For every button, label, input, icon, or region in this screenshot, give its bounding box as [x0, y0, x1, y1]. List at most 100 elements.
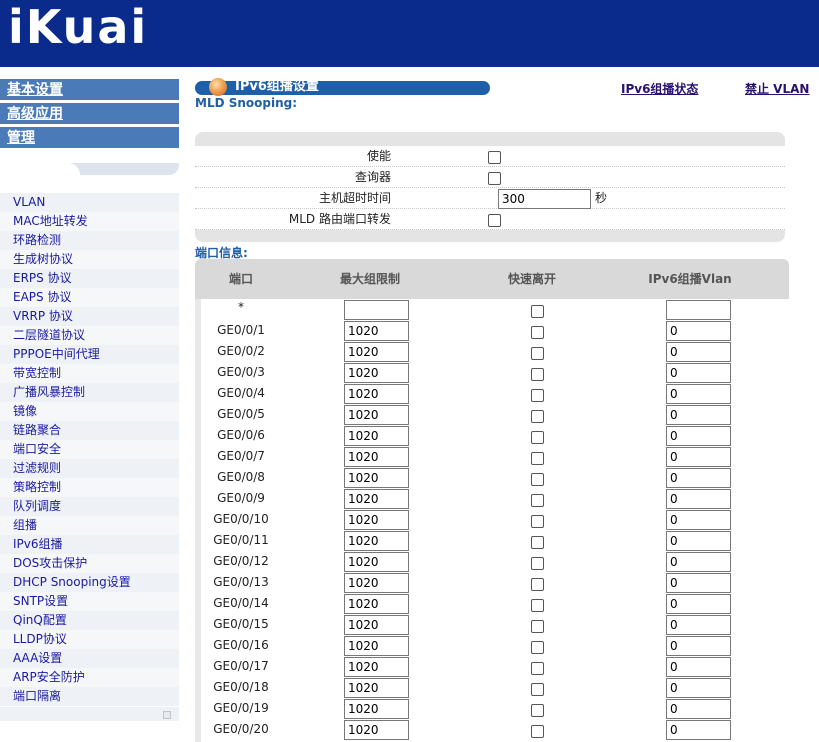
- ipv6-vlan-input[interactable]: 0: [666, 342, 731, 362]
- max-group-input[interactable]: 1020: [344, 384, 409, 404]
- sidebar-item[interactable]: 带宽控制: [0, 364, 179, 383]
- fast-leave-checkbox[interactable]: [531, 452, 544, 465]
- max-group-input[interactable]: 1020: [344, 657, 409, 677]
- sidebar-item[interactable]: 策略控制: [0, 478, 179, 497]
- max-group-input[interactable]: 1020: [344, 510, 409, 530]
- sidebar-item[interactable]: AAA设置: [0, 649, 179, 668]
- ipv6-vlan-input[interactable]: 0: [666, 468, 731, 488]
- max-group-input[interactable]: 1020: [344, 468, 409, 488]
- ipv6-vlan-input[interactable]: 0: [666, 699, 731, 719]
- router-port-checkbox[interactable]: [488, 214, 501, 227]
- ipv6-vlan-input[interactable]: 0: [666, 573, 731, 593]
- ipv6-vlan-input[interactable]: 0: [666, 531, 731, 551]
- fast-leave-checkbox[interactable]: [531, 641, 544, 654]
- fast-leave-checkbox[interactable]: [531, 368, 544, 381]
- max-group-input[interactable]: 1020: [344, 321, 409, 341]
- menu-basic-settings[interactable]: 基本设置: [0, 79, 179, 101]
- sidebar-item[interactable]: 广播风暴控制: [0, 383, 179, 402]
- max-group-input[interactable]: 1020: [344, 426, 409, 446]
- fast-leave-checkbox[interactable]: [531, 389, 544, 402]
- ipv6-vlan-input[interactable]: 0: [666, 489, 731, 509]
- sidebar-item[interactable]: DHCP Snooping设置: [0, 573, 179, 592]
- fast-leave-checkbox[interactable]: [531, 347, 544, 360]
- fast-leave-checkbox[interactable]: [531, 473, 544, 486]
- fast-leave-checkbox[interactable]: [531, 431, 544, 444]
- enable-checkbox[interactable]: [488, 151, 501, 164]
- fast-leave-checkbox[interactable]: [531, 662, 544, 675]
- sidebar-item[interactable]: EAPS 协议: [0, 288, 179, 307]
- ipv6-vlan-input[interactable]: 0: [666, 384, 731, 404]
- max-group-input[interactable]: 1020: [344, 573, 409, 593]
- querier-checkbox[interactable]: [488, 172, 501, 185]
- ipv6-vlan-input[interactable]: 0: [666, 657, 731, 677]
- ipv6-vlan-input[interactable]: 0: [666, 510, 731, 530]
- sidebar-item[interactable]: 队列调度: [0, 497, 179, 516]
- ipv6-vlan-input[interactable]: 0: [666, 363, 731, 383]
- timeout-input[interactable]: 300: [498, 189, 591, 209]
- sidebar-item[interactable]: 组播: [0, 516, 179, 535]
- max-group-input[interactable]: 1020: [344, 531, 409, 551]
- sidebar-item[interactable]: 镜像: [0, 402, 179, 421]
- fast-leave-checkbox[interactable]: [531, 704, 544, 717]
- max-group-input[interactable]: 1020: [344, 699, 409, 719]
- sidebar-item[interactable]: 生成树协议: [0, 250, 179, 269]
- ipv6-vlan-input[interactable]: 0: [666, 594, 731, 614]
- fast-leave-checkbox[interactable]: [531, 326, 544, 339]
- sidebar-item[interactable]: LLDP协议: [0, 630, 179, 649]
- sidebar-item[interactable]: VRRP 协议: [0, 307, 179, 326]
- menu-advanced[interactable]: 高级应用: [0, 103, 179, 125]
- sidebar-item[interactable]: 链路聚合: [0, 421, 179, 440]
- sidebar-item[interactable]: ARP安全防护: [0, 668, 179, 687]
- ipv6-vlan-input[interactable]: 0: [666, 678, 731, 698]
- ipv6-vlan-input[interactable]: 0: [666, 321, 731, 341]
- sidebar-item[interactable]: DOS攻击保护: [0, 554, 179, 573]
- fast-leave-checkbox[interactable]: [531, 683, 544, 696]
- max-group-input[interactable]: 1020: [344, 489, 409, 509]
- fast-leave-checkbox[interactable]: [531, 620, 544, 633]
- sidebar-item[interactable]: 环路检测: [0, 231, 179, 250]
- sidebar-item[interactable]: MAC地址转发: [0, 212, 179, 231]
- ipv6-vlan-input[interactable]: [666, 300, 731, 320]
- ipv6-vlan-input[interactable]: 0: [666, 447, 731, 467]
- sidebar-item[interactable]: SNTP设置: [0, 592, 179, 611]
- ipv6-vlan-input[interactable]: 0: [666, 552, 731, 572]
- fast-leave-checkbox[interactable]: [531, 536, 544, 549]
- max-group-input[interactable]: [344, 300, 409, 320]
- fast-leave-checkbox[interactable]: [531, 725, 544, 738]
- ipv6-vlan-input[interactable]: 0: [666, 720, 731, 740]
- max-group-input[interactable]: 1020: [344, 342, 409, 362]
- max-group-input[interactable]: 1020: [344, 720, 409, 740]
- ipv6-vlan-input[interactable]: 0: [666, 636, 731, 656]
- sidebar-item[interactable]: 二层隧道协议: [0, 326, 179, 345]
- max-group-input[interactable]: 1020: [344, 405, 409, 425]
- max-group-input[interactable]: 1020: [344, 678, 409, 698]
- sidebar-item[interactable]: PPPOE中间代理: [0, 345, 179, 364]
- fast-leave-checkbox[interactable]: [531, 305, 544, 318]
- fast-leave-checkbox[interactable]: [531, 578, 544, 591]
- sidebar-item[interactable]: ERPS 协议: [0, 269, 179, 288]
- max-group-input[interactable]: 1020: [344, 552, 409, 572]
- ipv6-vlan-input[interactable]: 0: [666, 405, 731, 425]
- table-row: GE0/0/15 1020 0: [201, 614, 789, 635]
- sidebar-item[interactable]: QinQ配置: [0, 611, 179, 630]
- sidebar-item[interactable]: 端口隔离: [0, 687, 179, 706]
- sidebar-item[interactable]: IPv6组播: [0, 535, 179, 554]
- link-disable-vlan[interactable]: 禁止 VLAN: [745, 80, 809, 97]
- fast-leave-checkbox[interactable]: [531, 599, 544, 612]
- max-group-input[interactable]: 1020: [344, 447, 409, 467]
- menu-management[interactable]: 管理: [0, 127, 179, 149]
- fast-leave-checkbox[interactable]: [531, 557, 544, 570]
- max-group-input[interactable]: 1020: [344, 636, 409, 656]
- sidebar-item[interactable]: 端口安全: [0, 440, 179, 459]
- sidebar-item[interactable]: VLAN: [0, 193, 179, 212]
- sidebar-item[interactable]: 过滤规则: [0, 459, 179, 478]
- fast-leave-checkbox[interactable]: [531, 494, 544, 507]
- max-group-input[interactable]: 1020: [344, 594, 409, 614]
- fast-leave-checkbox[interactable]: [531, 410, 544, 423]
- ipv6-vlan-input[interactable]: 0: [666, 426, 731, 446]
- ipv6-vlan-input[interactable]: 0: [666, 615, 731, 635]
- link-ipv6-multicast-status[interactable]: IPv6组播状态: [621, 80, 698, 97]
- max-group-input[interactable]: 1020: [344, 615, 409, 635]
- max-group-input[interactable]: 1020: [344, 363, 409, 383]
- fast-leave-checkbox[interactable]: [531, 515, 544, 528]
